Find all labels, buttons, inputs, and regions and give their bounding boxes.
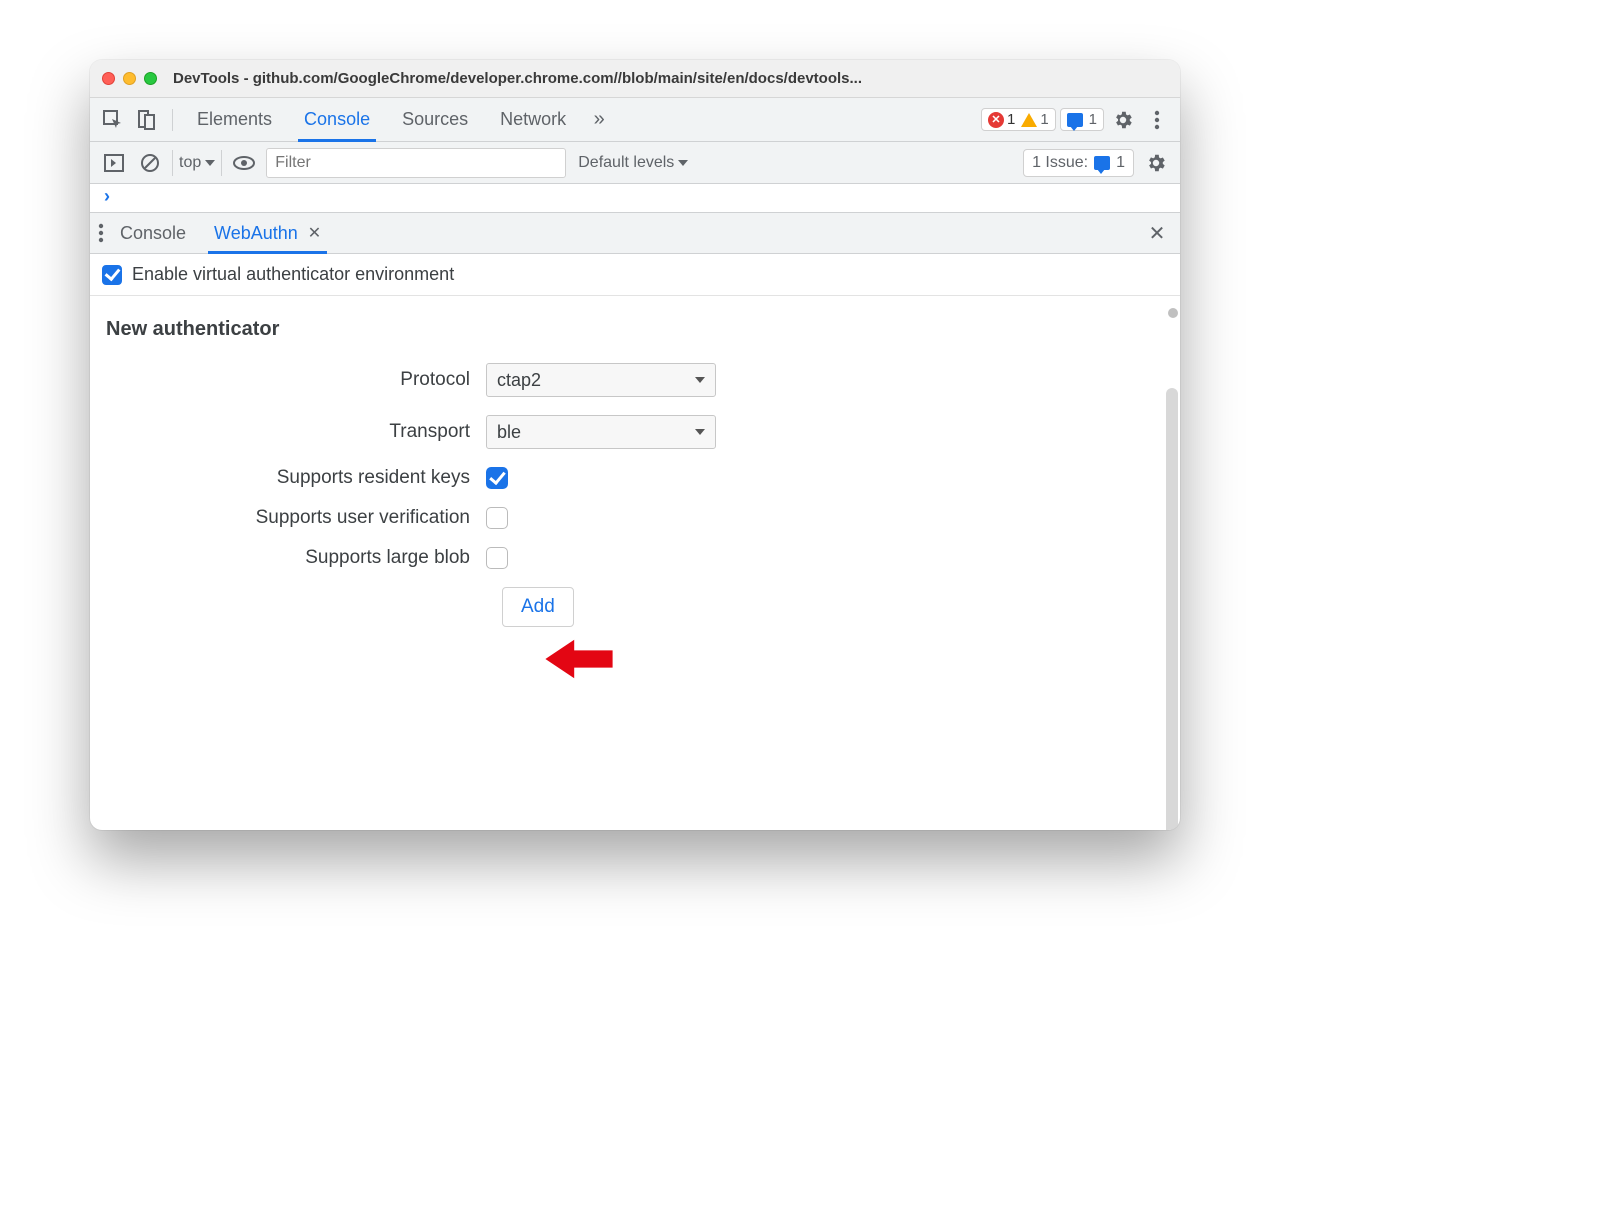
message-icon — [1067, 113, 1083, 127]
console-toolbar: top Default levels 1 Issue: 1 — [90, 142, 1180, 184]
minimize-window-button[interactable] — [123, 72, 136, 85]
close-tab-icon[interactable]: ✕ — [308, 223, 321, 243]
close-window-button[interactable] — [102, 72, 115, 85]
context-label: top — [179, 154, 201, 172]
kebab-menu-icon[interactable] — [1142, 105, 1172, 135]
tab-console-label: Console — [304, 109, 370, 130]
scrollbar-thumb[interactable] — [1166, 388, 1178, 830]
traffic-lights — [102, 72, 157, 85]
filter-input[interactable] — [266, 148, 566, 178]
issues-badge[interactable]: 1 Issue: 1 — [1023, 149, 1134, 177]
drawer-tab-webauthn[interactable]: WebAuthn ✕ — [202, 213, 333, 253]
error-icon: ✕ — [988, 112, 1004, 128]
main-tabbar: Elements Console Sources Network » ✕1 1 … — [90, 98, 1180, 142]
message-count: 1 — [1089, 111, 1097, 128]
tab-network-label: Network — [500, 109, 566, 130]
user-verification-label: Supports user verification — [106, 507, 486, 529]
enable-virtual-auth-label: Enable virtual authenticator environment — [132, 264, 454, 285]
clear-console-icon[interactable] — [136, 149, 164, 177]
tab-console[interactable]: Console — [290, 98, 384, 141]
annotation-arrow-icon — [540, 635, 618, 683]
add-button[interactable]: Add — [502, 587, 574, 627]
devtools-window: DevTools - github.com/GoogleChrome/devel… — [90, 60, 1180, 830]
transport-label: Transport — [106, 421, 486, 443]
log-levels-selector[interactable]: Default levels — [578, 154, 688, 172]
tab-elements-label: Elements — [197, 109, 272, 130]
drawer-tab-console[interactable]: Console — [108, 213, 198, 253]
issues-count: 1 — [1116, 154, 1125, 172]
inspect-element-icon[interactable] — [98, 105, 128, 135]
chevron-down-icon — [695, 429, 705, 435]
new-authenticator-form: New authenticator Protocol ctap2 Transpo… — [90, 296, 1180, 830]
console-output-area: › — [90, 184, 1180, 212]
tab-elements[interactable]: Elements — [183, 98, 286, 141]
console-settings-icon[interactable] — [1142, 149, 1170, 177]
more-tabs-icon[interactable]: » — [584, 105, 614, 135]
context-selector[interactable]: top — [172, 150, 222, 176]
protocol-value: ctap2 — [497, 370, 541, 391]
warning-count: 1 — [1040, 111, 1048, 128]
drawer-menu-icon[interactable] — [98, 223, 104, 243]
protocol-select[interactable]: ctap2 — [486, 363, 716, 397]
levels-label: Default levels — [578, 154, 674, 172]
large-blob-checkbox[interactable] — [486, 547, 508, 569]
error-count: 1 — [1007, 111, 1015, 128]
message-icon — [1094, 156, 1110, 170]
console-prompt-icon: › — [104, 186, 110, 207]
scrollbar-marker — [1168, 308, 1178, 318]
chevron-down-icon — [695, 377, 705, 383]
chevron-down-icon — [678, 160, 688, 166]
settings-icon[interactable] — [1108, 105, 1138, 135]
resident-keys-label: Supports resident keys — [106, 467, 486, 489]
protocol-label: Protocol — [106, 369, 486, 391]
warning-icon — [1021, 113, 1037, 127]
drawer-tab-console-label: Console — [120, 223, 186, 244]
close-drawer-icon[interactable]: ✕ — [1142, 221, 1172, 246]
live-expression-icon[interactable] — [230, 149, 258, 177]
enable-virtual-auth-row: Enable virtual authenticator environment — [90, 254, 1180, 296]
tab-sources-label: Sources — [402, 109, 468, 130]
tab-network[interactable]: Network — [486, 98, 580, 141]
user-verification-checkbox[interactable] — [486, 507, 508, 529]
window-titlebar: DevTools - github.com/GoogleChrome/devel… — [90, 60, 1180, 98]
enable-virtual-auth-checkbox[interactable] — [102, 265, 122, 285]
transport-value: ble — [497, 422, 521, 443]
form-title: New authenticator — [106, 318, 1164, 341]
issues-label: 1 Issue: — [1032, 154, 1088, 172]
resident-keys-checkbox[interactable] — [486, 467, 508, 489]
messages-badge[interactable]: 1 — [1060, 108, 1104, 131]
chevron-down-icon — [205, 160, 215, 166]
error-warning-badge[interactable]: ✕1 1 — [981, 108, 1056, 131]
device-toolbar-icon[interactable] — [132, 105, 162, 135]
drawer-tab-webauthn-label: WebAuthn — [214, 223, 298, 244]
transport-select[interactable]: ble — [486, 415, 716, 449]
tab-sources[interactable]: Sources — [388, 98, 482, 141]
large-blob-label: Supports large blob — [106, 547, 486, 569]
console-sidebar-toggle-icon[interactable] — [100, 149, 128, 177]
maximize-window-button[interactable] — [144, 72, 157, 85]
drawer-tabbar: Console WebAuthn ✕ ✕ — [90, 212, 1180, 254]
window-title: DevTools - github.com/GoogleChrome/devel… — [173, 70, 1168, 87]
